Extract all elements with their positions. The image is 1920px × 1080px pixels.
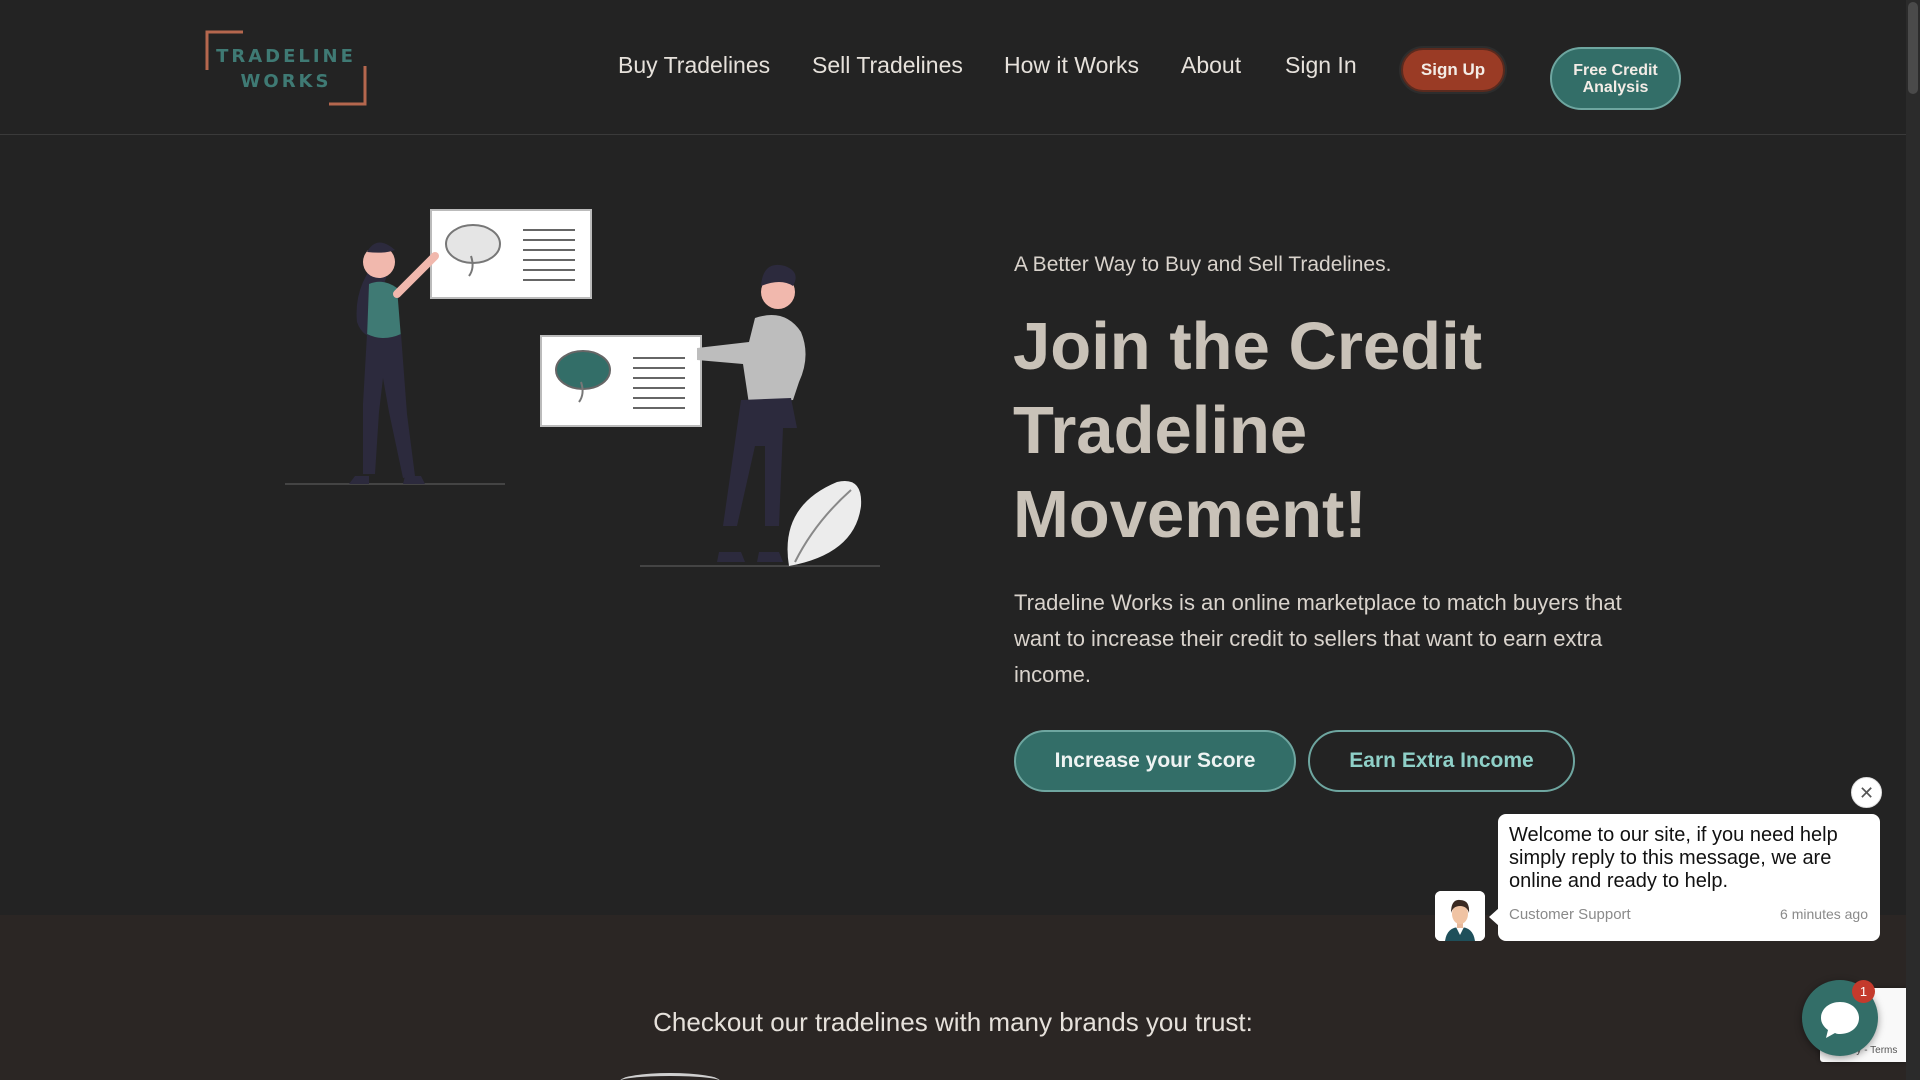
logo-text-tradeline: TRADELINE xyxy=(216,46,356,67)
sign-up-button[interactable]: Sign Up xyxy=(1401,48,1505,92)
hero-description: Tradeline Works is an online marketplace… xyxy=(1014,590,1622,687)
earn-extra-income-button[interactable]: Earn Extra Income xyxy=(1308,730,1575,792)
nav-buy-tradelines[interactable]: Buy Tradelines xyxy=(618,52,770,79)
nav-how-it-works[interactable]: How it Works xyxy=(1004,52,1139,79)
nav-sign-in[interactable]: Sign In xyxy=(1285,52,1357,79)
logo-frame-icon xyxy=(205,30,367,106)
hero-title: Join the Credit Tradeline Movement! xyxy=(1013,309,1483,552)
page-scrollbar[interactable] xyxy=(1906,0,1920,1080)
people-presenting-charts-illustration xyxy=(275,200,895,585)
chat-agent-name: Customer Support xyxy=(1509,906,1631,923)
free-credit-analysis-button[interactable]: Free Credit Analysis xyxy=(1550,47,1681,110)
increase-score-button[interactable]: Increase your Score xyxy=(1014,730,1296,792)
logo-text-works: WORKS xyxy=(240,71,332,92)
agent-avatar xyxy=(1435,891,1485,941)
unread-count-badge: 1 xyxy=(1852,980,1875,1003)
site-header: TRADELINE WORKS Buy Tradelines Sell Trad… xyxy=(0,0,1906,135)
brand-logo xyxy=(620,1073,720,1080)
close-icon[interactable]: ✕ xyxy=(1851,777,1882,808)
chat-message-bubble[interactable]: Welcome to our site, if you need help si… xyxy=(1489,814,1880,941)
tradeline-works-logo[interactable]: TRADELINE WORKS xyxy=(205,30,367,106)
scrollbar-thumb[interactable] xyxy=(1908,2,1918,94)
nav-about[interactable]: About xyxy=(1181,52,1241,79)
nav-sell-tradelines[interactable]: Sell Tradelines xyxy=(812,52,963,79)
chat-message-text: Welcome to our site, if you need help si… xyxy=(1509,824,1838,892)
chat-timestamp: 6 minutes ago xyxy=(1780,906,1868,922)
hero-kicker: A Better Way to Buy and Sell Tradelines. xyxy=(1014,253,1392,276)
brands-title: Checkout our tradelines with many brands… xyxy=(653,1007,1253,1037)
